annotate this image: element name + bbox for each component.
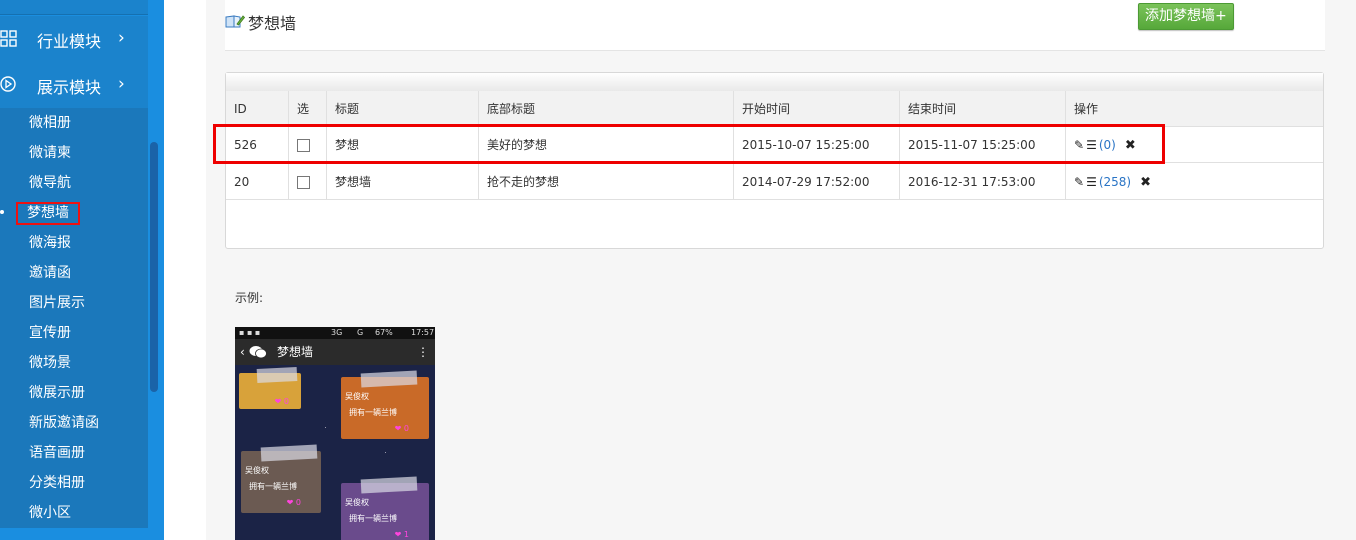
row-bottom-title: 抢不走的梦想 xyxy=(479,164,734,200)
chevron-right-icon: › xyxy=(118,28,125,48)
note-tape xyxy=(360,370,418,388)
list-icon[interactable]: ☰ xyxy=(1086,164,1097,200)
note-name: 吴俊权 xyxy=(345,498,369,507)
highlight-box xyxy=(213,124,1165,164)
sidebar-submenu: 微相册 微请柬 微导航 梦想墙 微海报 邀请函 图片展示 宣传册 微场景 微展示… xyxy=(0,108,148,528)
status-network: 3G xyxy=(331,328,343,337)
wechat-icon xyxy=(249,346,267,359)
row-title: 梦想墙 xyxy=(327,164,479,200)
status-icons: ▪ ▪ ▪ xyxy=(239,328,261,337)
play-circle-icon xyxy=(0,76,16,92)
example-label: 示例: xyxy=(235,291,264,305)
phone-nav-title: 梦想墙 xyxy=(277,345,314,359)
sidebar-item-micro-album[interactable]: 微相册 xyxy=(29,112,139,134)
note-likes: ❤ 0 xyxy=(286,498,301,507)
row-actions: ✎ ☰ (258) ✖ xyxy=(1066,164,1323,200)
sidebar: 行业模块 › 展示模块 › 微相册 微请柬 微导航 梦想墙 微海报 邀请函 图片… xyxy=(0,0,164,540)
sidebar-item-micro-poster[interactable]: 微海报 xyxy=(29,232,139,254)
column-header-id: ID xyxy=(226,91,289,127)
table-header-row: ID 选 标题 底部标题 开始时间 结束时间 操作 xyxy=(226,91,1323,127)
sidebar-item-voice-album[interactable]: 语音画册 xyxy=(29,442,139,464)
sidebar-item-micro-nav[interactable]: 微导航 xyxy=(29,172,139,194)
dream-note: 吴俊权 拥有一辆兰博 ❤ 1 xyxy=(341,476,429,540)
sidebar-scroll-thumb[interactable] xyxy=(150,142,158,392)
delete-icon[interactable]: ✖ xyxy=(1140,175,1151,190)
sidebar-item-micro-scene[interactable]: 微场景 xyxy=(29,352,139,374)
column-header-select: 选 xyxy=(289,91,327,127)
back-icon: ‹ xyxy=(240,345,245,359)
example-phone-screenshot: ▪ ▪ ▪ 3G G 67% 17:57 ‹ 梦想墙 ⋮ ❤ 0 吴俊权 拥有一… xyxy=(235,327,435,540)
note-tape xyxy=(260,444,318,462)
chevron-right-icon: › xyxy=(118,74,125,94)
book-edit-icon xyxy=(225,15,245,28)
sidebar-item-category-album[interactable]: 分类相册 xyxy=(29,472,139,494)
sidebar-item-new-invitation[interactable]: 新版邀请函 xyxy=(29,412,139,434)
sidebar-item-image-display[interactable]: 图片展示 xyxy=(29,292,139,314)
sidebar-section-label: 展示模块 xyxy=(37,78,102,97)
more-icon: ⋮ xyxy=(417,345,429,359)
row-end-time: 2016-12-31 17:53:00 xyxy=(900,164,1066,200)
sidebar-item-dream-wall[interactable]: 梦想墙 xyxy=(16,202,80,225)
note-text: 拥有一辆兰博 xyxy=(249,482,297,491)
dream-note: 吴俊权 拥有一辆兰博 ❤ 0 xyxy=(241,444,321,513)
note-likes: ❤ 1 xyxy=(394,530,409,539)
edit-icon[interactable]: ✎ xyxy=(1074,164,1084,200)
sidebar-item-invitation-letter[interactable]: 邀请函 xyxy=(29,262,139,284)
row-id: 20 xyxy=(226,164,289,200)
status-signal: G xyxy=(357,328,364,337)
column-header-title: 标题 xyxy=(327,91,479,127)
active-indicator xyxy=(0,210,4,214)
phone-status-bar: ▪ ▪ ▪ 3G G 67% 17:57 xyxy=(235,327,435,339)
sidebar-menu: 行业模块 › 展示模块 › 微相册 微请柬 微导航 梦想墙 微海报 邀请函 图片… xyxy=(0,0,148,540)
note-likes: ❤ 0 xyxy=(274,397,289,406)
dream-note: 吴俊权 拥有一辆兰博 ❤ 0 xyxy=(341,370,429,439)
column-header-actions: 操作 xyxy=(1066,91,1323,127)
row-checkbox[interactable] xyxy=(297,176,310,189)
row-start-time: 2014-07-29 17:52:00 xyxy=(734,164,900,200)
sidebar-top-strip xyxy=(0,0,148,15)
sidebar-section-display[interactable]: 展示模块 › xyxy=(0,62,148,109)
column-header-start-time: 开始时间 xyxy=(734,91,900,127)
sidebar-item-invitation-card[interactable]: 微请柬 xyxy=(29,142,139,164)
add-dream-wall-button[interactable]: 添加梦想墙+ xyxy=(1138,3,1234,30)
note-name: 吴俊权 xyxy=(345,392,369,401)
note-name: 吴俊权 xyxy=(245,466,269,475)
page-title: 梦想墙 xyxy=(248,14,297,33)
sidebar-item-micro-community[interactable]: 微小区 xyxy=(29,502,139,524)
table-row: 20 梦想墙 抢不走的梦想 2014-07-29 17:52:00 2016-1… xyxy=(226,164,1323,200)
column-header-end-time: 结束时间 xyxy=(900,91,1066,127)
row-select-cell xyxy=(289,164,327,200)
star-dot xyxy=(325,427,326,428)
note-text: 拥有一辆兰博 xyxy=(349,514,397,523)
sidebar-section-industry[interactable]: 行业模块 › xyxy=(0,16,148,63)
note-likes: ❤ 0 xyxy=(394,424,409,433)
sidebar-item-micro-showcase[interactable]: 微展示册 xyxy=(29,382,139,404)
entries-count-link[interactable]: (258) xyxy=(1099,175,1131,189)
sidebar-item-brochure[interactable]: 宣传册 xyxy=(29,322,139,344)
phone-nav-bar: ‹ 梦想墙 ⋮ xyxy=(235,339,435,365)
status-time: 17:57 xyxy=(411,328,435,337)
dream-note: ❤ 0 xyxy=(239,366,301,409)
sidebar-section-label: 行业模块 xyxy=(37,32,102,51)
note-text: 拥有一辆兰博 xyxy=(349,408,397,417)
note-tape xyxy=(360,476,418,494)
table-toolbar xyxy=(226,73,1323,92)
grid-icon xyxy=(0,30,17,47)
note-tape xyxy=(256,366,298,384)
status-battery: 67% xyxy=(375,328,393,337)
column-header-bottom-title: 底部标题 xyxy=(479,91,734,127)
star-dot xyxy=(385,452,386,453)
